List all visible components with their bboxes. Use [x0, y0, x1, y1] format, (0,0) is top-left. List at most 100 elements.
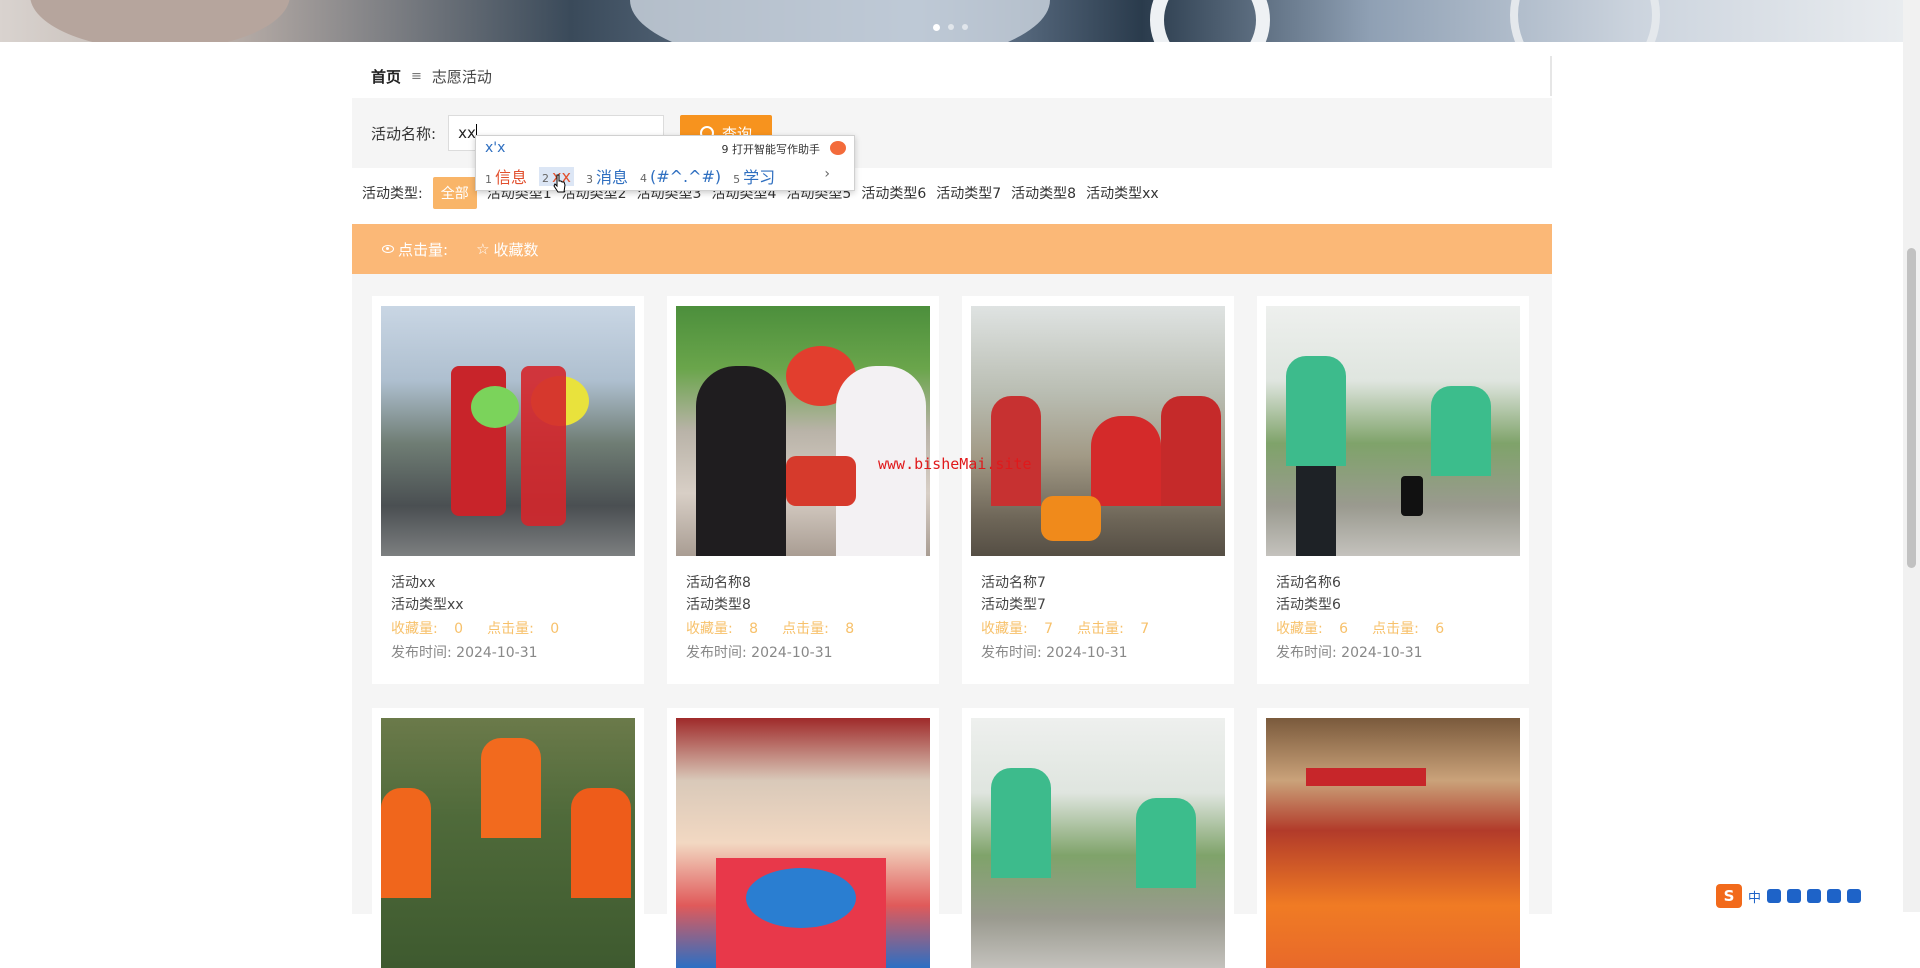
activity-card[interactable]: 活动名称7 活动类型7 收藏量: 7 点击量: 7 发布时间: 2024-10-3… — [962, 296, 1234, 684]
publish-date: 发布时间: 2024-10-31 — [1266, 642, 1520, 664]
sort-by-favorites[interactable]: ☆ 收藏数 — [476, 239, 538, 260]
banner-image-part — [630, 0, 1050, 42]
ime-next-page-icon[interactable]: › — [824, 166, 830, 182]
ime-candidate-number: 5 — [733, 173, 741, 186]
ime-candidates: 1 信息 2 xx 3 消息 4 (#^.^#) 5 学习 — [485, 164, 775, 188]
date-value: 2024-10-31 — [751, 645, 833, 661]
activity-title[interactable]: 活动名称8 — [676, 572, 930, 594]
carousel-dot[interactable] — [933, 24, 940, 31]
banner-carousel[interactable] — [0, 0, 1903, 42]
ime-assist-link[interactable]: 9 打开智能写作助手 — [722, 141, 821, 157]
ime-candidate-text: 学习 — [743, 168, 776, 187]
ime-language-toggle[interactable]: 中 — [1748, 887, 1761, 906]
ime-candidate-text: 信息 — [495, 168, 528, 187]
banner-image-part — [1150, 0, 1270, 42]
sort-favorites-label: 收藏数 — [493, 240, 539, 259]
carousel-indicators — [933, 24, 968, 31]
favorite-label: 收藏量: — [981, 621, 1028, 637]
punctuation-icon[interactable] — [1767, 889, 1782, 903]
activity-photo[interactable] — [676, 718, 930, 968]
date-value: 2024-10-31 — [1046, 645, 1128, 661]
favorite-count: 收藏量: 8 — [686, 621, 770, 637]
click-value: 7 — [1140, 621, 1150, 637]
activity-photo[interactable] — [381, 306, 635, 556]
click-value: 6 — [1435, 621, 1445, 637]
type-filter-item[interactable]: 活动类型8 — [1011, 183, 1076, 203]
toolbox-icon[interactable] — [1847, 889, 1862, 903]
activity-photo[interactable] — [1266, 306, 1520, 556]
type-filter-all[interactable]: 全部 — [432, 177, 477, 209]
carousel-dot[interactable] — [948, 24, 954, 30]
ime-assist-icon[interactable] — [830, 141, 846, 155]
click-count: 点击量: 7 — [1077, 621, 1161, 637]
sort-by-clicks[interactable]: 点击量: — [382, 239, 448, 260]
ime-pinyin: x'x — [485, 140, 506, 156]
activity-card[interactable] — [372, 708, 644, 968]
activity-stats: 收藏量: 7 点击量: 7 — [971, 616, 1225, 642]
type-filter-item[interactable]: 活动类型7 — [936, 183, 1001, 203]
breadcrumb: 首页 ≡ 志愿活动 — [352, 56, 1552, 96]
click-label: 点击量: — [1372, 621, 1419, 637]
activity-type: 活动类型7 — [981, 597, 1046, 613]
star-icon: ☆ — [476, 240, 490, 258]
activity-type: 活动类型xx — [391, 597, 464, 613]
ime-candidate[interactable]: 3 消息 — [586, 164, 628, 188]
date-value: 2024-10-31 — [1341, 645, 1423, 661]
search-input-value: xx — [458, 124, 476, 142]
keyboard-icon[interactable] — [1807, 889, 1822, 903]
carousel-dot[interactable] — [962, 24, 968, 30]
activity-card[interactable] — [1257, 708, 1529, 968]
activity-photo[interactable] — [676, 306, 930, 556]
favorite-count: 收藏量: 0 — [391, 621, 475, 637]
activity-card[interactable]: 活动名称8 活动类型8 收藏量: 8 点击量: 8 发布时间: 2024-10-3… — [667, 296, 939, 684]
breadcrumb-home[interactable]: 首页 — [371, 66, 401, 87]
activity-card[interactable]: 活动名称6 活动类型6 收藏量: 6 点击量: 6 发布时间: 2024-10-3… — [1257, 296, 1529, 684]
activity-title[interactable]: 活动名称7 — [971, 572, 1225, 594]
ime-candidate[interactable]: 5 学习 — [733, 164, 775, 188]
activity-photo[interactable] — [971, 718, 1225, 968]
click-label: 点击量: — [782, 621, 829, 637]
click-label: 点击量: — [487, 621, 534, 637]
activity-grid-area: 活动xx 活动类型xx 收藏量: 0 点击量: 0 发布时间: 2024-10-3… — [352, 274, 1552, 968]
type-filter-label: 活动类型: — [362, 186, 423, 202]
click-value: 8 — [845, 621, 855, 637]
publish-date: 发布时间: 2024-10-31 — [971, 642, 1225, 664]
activity-type: 活动类型6 — [1276, 597, 1341, 613]
breadcrumb-current: 志愿活动 — [431, 67, 492, 86]
activity-title[interactable]: 活动名称6 — [1266, 572, 1520, 594]
activity-stats: 收藏量: 6 点击量: 6 — [1266, 616, 1520, 642]
ime-toolbar: S 中 — [1716, 884, 1862, 908]
activity-title[interactable]: 活动xx — [381, 572, 635, 594]
favorite-count: 收藏量: 7 — [981, 621, 1065, 637]
date-label: 发布时间: — [981, 645, 1042, 661]
scrollbar-thumb[interactable] — [1907, 248, 1916, 568]
ime-candidate-text: (#^.^#) — [649, 166, 722, 186]
favorite-label: 收藏量: — [391, 621, 438, 637]
ime-candidate-popup: x'x 9 打开智能写作助手 1 信息 2 xx 3 消息 4 (#^.^#) 5 学习 … — [475, 135, 855, 191]
favorite-label: 收藏量: — [1276, 621, 1323, 637]
ime-candidate-number: 3 — [585, 173, 593, 186]
sogou-logo-icon[interactable]: S — [1716, 884, 1742, 908]
skin-icon[interactable] — [1827, 889, 1842, 903]
click-label: 点击量: — [1077, 621, 1124, 637]
activity-photo[interactable] — [1266, 718, 1520, 968]
mouse-cursor-icon — [553, 174, 566, 193]
activity-photo[interactable] — [971, 306, 1225, 556]
publish-date: 发布时间: 2024-10-31 — [381, 642, 635, 664]
microphone-icon[interactable] — [1787, 889, 1802, 903]
activity-card[interactable] — [667, 708, 939, 968]
activity-card[interactable]: 活动xx 活动类型xx 收藏量: 0 点击量: 0 发布时间: 2024-10-3… — [372, 296, 644, 684]
ime-candidate[interactable]: 1 信息 — [485, 164, 527, 188]
activity-photo[interactable] — [381, 718, 635, 968]
click-count: 点击量: 8 — [782, 621, 866, 637]
type-filter-item[interactable]: 活动类型6 — [861, 183, 926, 203]
favorite-label: 收藏量: — [686, 621, 733, 637]
activity-card[interactable] — [962, 708, 1234, 968]
activity-grid: 活动xx 活动类型xx 收藏量: 0 点击量: 0 发布时间: 2024-10-3… — [372, 296, 1532, 968]
ime-candidate[interactable]: 4 (#^.^#) — [640, 167, 721, 186]
activity-type: 活动类型8 — [686, 597, 751, 613]
type-filter-item[interactable]: 活动类型xx — [1086, 183, 1159, 203]
ime-candidate-number: 4 — [639, 171, 647, 185]
activity-stats: 收藏量: 8 点击量: 8 — [676, 616, 930, 642]
ime-candidate-number: 1 — [485, 173, 492, 186]
